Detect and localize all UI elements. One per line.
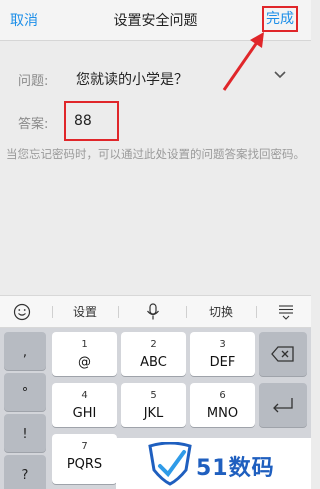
key-3[interactable]: 3 DEF: [190, 332, 255, 376]
key-2[interactable]: 2 ABC: [121, 332, 186, 376]
watermark: 51数码: [116, 438, 311, 489]
emoji-button[interactable]: [0, 296, 44, 328]
backspace-icon: [271, 346, 294, 362]
enter-icon: [273, 398, 293, 413]
keyboard-collapse-icon: [279, 305, 293, 320]
watermark-text: 51数码: [196, 456, 275, 481]
keyboard-toolbar: 设置 切换: [0, 295, 311, 328]
key-7[interactable]: 7 PQRS: [52, 434, 117, 484]
emoji-icon: [13, 303, 31, 321]
hint-text: 当您忘记密码时，可以通过此处设置的问题答案找回密码。: [6, 147, 305, 161]
chevron-down-icon[interactable]: [272, 67, 288, 83]
collapse-keyboard-button[interactable]: [264, 296, 308, 328]
question-label: 问题:: [18, 74, 49, 89]
question-row[interactable]: 问题: 您就读的小学是？: [0, 58, 311, 98]
toolbar-divider: [118, 306, 119, 318]
settings-button[interactable]: 设置: [60, 296, 110, 328]
enter-key[interactable]: [259, 383, 307, 427]
answer-row: 答案: 88: [0, 101, 311, 141]
question-select[interactable]: 您就读的小学是？: [76, 69, 188, 89]
backspace-key[interactable]: [259, 332, 307, 376]
watermark-logo-icon: [148, 442, 192, 486]
key-exclamation[interactable]: !: [4, 414, 46, 452]
toolbar-divider: [52, 306, 53, 318]
screen: 取消 设置安全问题 完成 问题: 您就读的小学是？ 答案: 88 当您忘记密码时…: [0, 0, 311, 489]
key-1[interactable]: 1 @: [52, 332, 117, 376]
key-comma[interactable]: ,: [4, 332, 46, 370]
switch-keyboard-button[interactable]: 切换: [196, 296, 246, 328]
toolbar-divider: [256, 306, 257, 318]
answer-label: 答案:: [18, 117, 49, 132]
key-6[interactable]: 6 MNO: [190, 383, 255, 427]
microphone-button[interactable]: [130, 296, 176, 328]
key-5[interactable]: 5 JKL: [121, 383, 186, 427]
microphone-icon: [147, 303, 159, 320]
key-degree[interactable]: °: [4, 373, 46, 411]
toolbar-divider: [186, 306, 187, 318]
answer-input[interactable]: 88: [64, 101, 119, 141]
key-question[interactable]: ?: [4, 455, 46, 489]
key-4[interactable]: 4 GHI: [52, 383, 117, 427]
answer-value: 88: [74, 113, 92, 129]
